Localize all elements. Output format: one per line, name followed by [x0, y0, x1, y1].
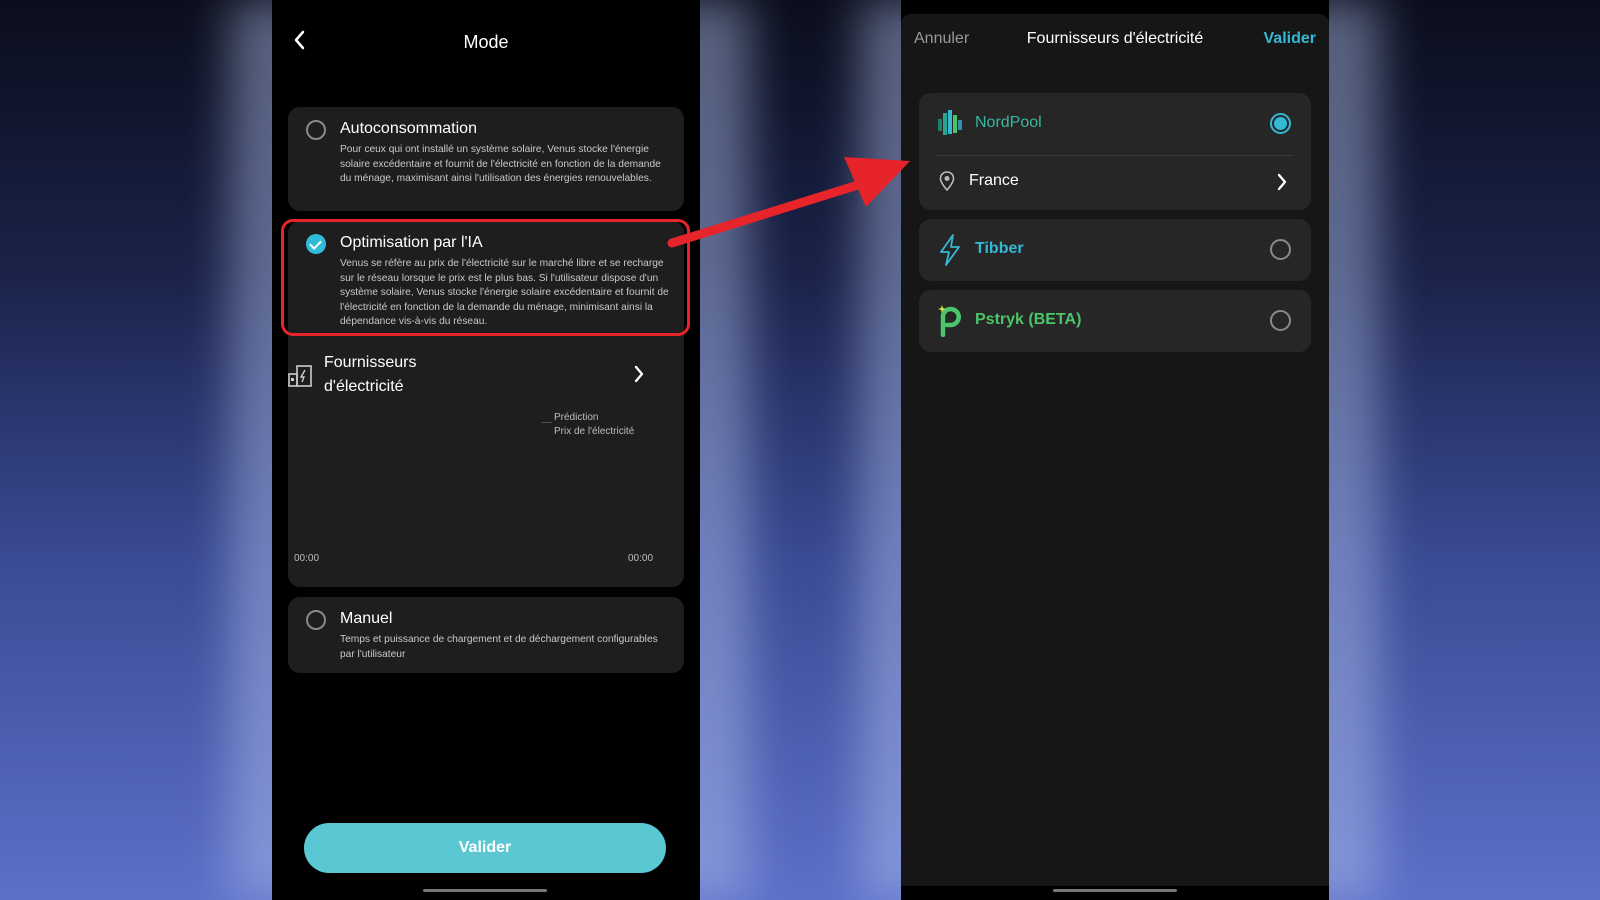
provider-card-pstryk[interactable]: Pstryk (BETA)	[919, 290, 1311, 352]
providers-label-line1: Fournisseurs	[324, 354, 417, 371]
building-bolt-icon	[288, 365, 312, 387]
radio-tibber[interactable]	[1270, 239, 1291, 260]
option-title: Optimisation par l'IA	[340, 234, 483, 251]
option-manuel[interactable]: Manuel Temps et puissance de chargement …	[288, 597, 684, 673]
option-description: Venus se réfère au prix de l'électricité…	[340, 258, 669, 327]
providers-screen: Annuler Fournisseurs d'électricité Valid…	[901, 0, 1329, 900]
radio-nordpool-selected[interactable]	[1270, 113, 1291, 134]
location-pin-icon	[939, 171, 955, 191]
page-title: Mode	[463, 32, 509, 52]
option-autoconsommation[interactable]: Autoconsommation Pour ceux qui ont insta…	[288, 107, 684, 211]
mode-screen: Mode Autoconsommation Pour ceux qui ont …	[272, 0, 700, 900]
legend-prediction: Prédiction	[554, 412, 599, 423]
legend-dash	[542, 422, 552, 423]
pstryk-logo-icon	[938, 305, 961, 337]
chevron-right-icon	[1277, 173, 1287, 191]
radio-manuel[interactable]	[306, 610, 326, 630]
nordpool-logo-icon	[938, 110, 962, 135]
radio-autoconsommation[interactable]	[306, 120, 326, 140]
providers-label-line2: d'électricité	[324, 378, 404, 395]
submit-button[interactable]: Valider	[304, 823, 666, 873]
confirm-button[interactable]: Valider	[1264, 30, 1316, 48]
provider-name: Pstryk (BETA)	[975, 311, 1082, 328]
region-label: France	[969, 172, 1019, 189]
price-chart-area	[288, 435, 684, 555]
option-title: Manuel	[340, 610, 393, 627]
divider	[937, 155, 1293, 156]
provider-name: NordPool	[975, 114, 1042, 131]
option-description: Pour ceux qui ont installé un système so…	[340, 144, 661, 184]
radio-optimisation-ia-checked[interactable]	[306, 234, 326, 254]
x-axis-end: 00:00	[628, 553, 654, 564]
x-axis-start: 00:00	[294, 553, 320, 564]
radio-pstryk[interactable]	[1270, 310, 1291, 331]
option-description: Temps et puissance de chargement et de d…	[340, 634, 658, 660]
provider-card-nordpool: NordPool France	[919, 93, 1311, 210]
option-title: Autoconsommation	[340, 120, 477, 137]
providers-label: Fournisseurs d'électricité	[324, 351, 416, 399]
provider-name: Tibber	[975, 240, 1024, 257]
home-indicator	[1053, 889, 1177, 892]
chevron-right-icon	[632, 362, 646, 388]
home-indicator	[423, 889, 547, 892]
lightning-bolt-icon	[940, 234, 960, 266]
provider-card-tibber[interactable]: Tibber	[919, 219, 1311, 281]
